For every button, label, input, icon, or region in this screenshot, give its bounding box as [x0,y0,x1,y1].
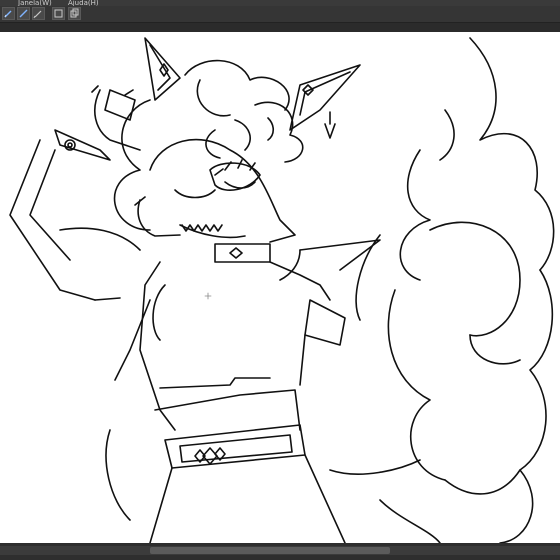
pencil-tool-icon[interactable] [17,7,30,20]
horizontal-scroll-thumb[interactable] [150,547,390,554]
tool-bar [0,6,560,23]
canvas-margin [0,23,560,32]
pen-tool-icon[interactable] [2,7,15,20]
drawing-canvas[interactable] [0,32,560,543]
copy-layer-icon[interactable] [68,7,81,20]
status-bar [0,543,560,560]
line-art [9,37,555,543]
brush-tool-icon[interactable] [32,7,45,20]
layer-icon[interactable] [52,7,65,20]
